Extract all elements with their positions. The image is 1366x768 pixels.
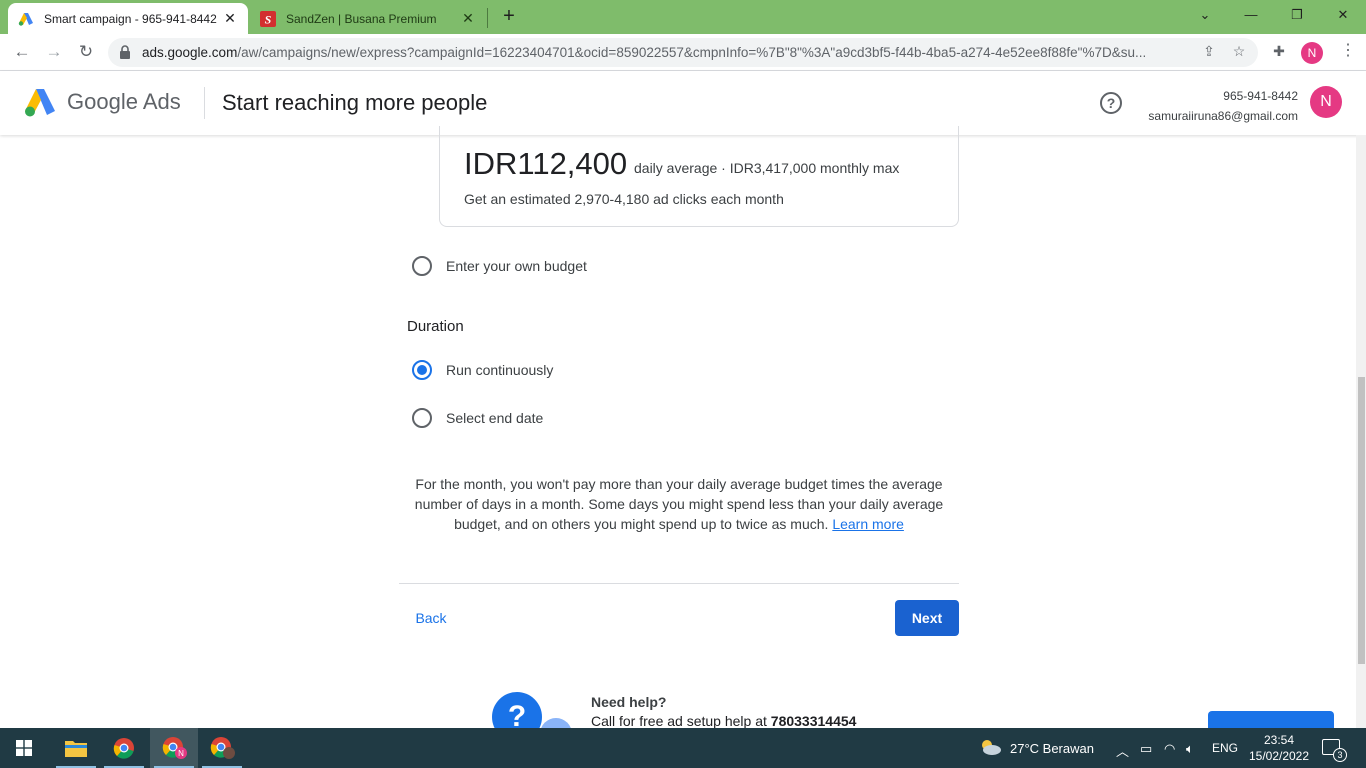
tab-sandzen[interactable]: S SandZen | Busana Premium ✕ [250,3,486,34]
windows-start-icon[interactable] [16,740,32,756]
clock-date: 15/02/2022 [1248,749,1310,763]
bookmark-star-icon[interactable]: ☆ [1230,43,1248,61]
url-host: ads.google.com [142,45,238,60]
chrome-icon [113,738,134,759]
new-tab-button[interactable]: + [498,5,520,27]
budget-option-card[interactable]: IDR112,400 daily average · IDR3,417,000 … [439,126,959,227]
tab-separator [487,8,488,28]
clicks-estimate: Get an estimated 2,970-4,180 ad clicks e… [464,191,784,207]
language-indicator[interactable]: ENG [1212,741,1238,755]
google-ads-logo-icon [25,89,55,117]
wifi-icon[interactable]: ◠ [1164,741,1175,757]
back-button[interactable]: Back [399,600,463,636]
run-continuously-option[interactable]: Run continuously [412,360,553,380]
tab-smart-campaign[interactable]: Smart campaign - 965-941-8442 ✕ [8,3,248,34]
close-window-icon[interactable]: ✕ [1320,0,1366,30]
help-phone-number: 78033314454 [770,713,857,729]
forward-arrow-icon[interactable]: → [42,40,66,64]
minimize-icon[interactable]: — [1228,0,1274,30]
own-budget-label: Enter your own budget [446,258,587,274]
google-ads-favicon-icon [18,12,33,26]
tab-search-icon[interactable]: ⌄ [1182,0,1228,30]
end-date-option[interactable]: Select end date [412,408,543,428]
url-text[interactable]: ads.google.com/aw/campaigns/new/express?… [142,45,1182,60]
lock-icon [120,45,130,59]
budget-amount: IDR112,400 [464,146,628,181]
chrome-profile-2-taskbar-item[interactable] [198,728,246,768]
svg-text:N: N [178,749,184,758]
profile-avatar[interactable]: N [1301,42,1323,64]
show-hidden-icons-icon[interactable]: ︿ [1116,741,1129,760]
footer-divider [399,583,959,584]
duration-title: Duration [407,318,464,335]
header-divider [204,87,205,119]
address-bar[interactable]: ads.google.com/aw/campaigns/new/express?… [108,38,1258,67]
run-continuously-label: Run continuously [446,362,554,378]
restore-icon[interactable]: ❐ [1274,0,1320,30]
folder-icon [65,741,87,757]
end-date-label: Select end date [446,410,544,426]
chrome-profile-icon [210,737,235,759]
browser-tabstrip: Smart campaign - 965-941-8442 ✕ S SandZe… [0,0,1366,34]
close-tab-icon[interactable]: ✕ [222,10,238,27]
weather-text[interactable]: 27°C Berawan [1010,741,1094,756]
volume-icon[interactable]: 🔈︎ [1186,741,1194,757]
help-icon[interactable]: ? [1100,92,1122,114]
weather-cloud-icon[interactable] [978,737,1002,757]
page-title: Start reaching more people [222,90,488,115]
share-icon[interactable]: ⇪ [1200,43,1218,61]
notification-count: 3 [1333,748,1347,762]
call-help-label: Call for free ad setup help at [591,713,767,729]
url-path: /aw/campaigns/new/express?campaignId=162… [237,45,1147,60]
menu-icon[interactable]: ⋮ [1340,40,1356,60]
system-clock[interactable]: 23:54 15/02/2022 [1246,732,1312,764]
tab-title: Smart campaign - 965-941-8442 [44,11,217,26]
battery-icon[interactable]: ▭ [1140,741,1152,757]
budget-info-text: For the month, you won't pay more than y… [400,474,958,534]
account-id: 965-941-8442 [1223,89,1298,103]
account-avatar[interactable]: N [1310,86,1342,118]
chrome-taskbar-item[interactable] [100,728,148,768]
brand-name: Google Ads [67,89,181,114]
windows-taskbar: N 27°C Berawan ︿ ▭ ◠ 🔈︎ ENG 23:54 15/02/… [0,728,1366,768]
close-tab-icon[interactable]: ✕ [460,10,476,27]
next-button[interactable]: Next [895,600,959,636]
scrollbar-thumb[interactable] [1358,377,1365,664]
chrome-profile-icon: N [162,737,187,759]
own-budget-radio[interactable] [412,256,432,276]
file-explorer-taskbar-item[interactable] [52,728,100,768]
run-continuously-radio[interactable] [412,360,432,380]
extensions-icon[interactable]: ✚ [1270,43,1288,61]
end-date-radio[interactable] [412,408,432,428]
chrome-profile-n-taskbar-item[interactable]: N [150,728,198,768]
budget-daily-line: daily average · IDR3,417,000 monthly max [634,160,900,176]
clock-time: 23:54 [1263,733,1295,747]
tab-title: SandZen | Busana Premium [286,11,437,26]
call-help-text: Call for free ad setup help at 780333144… [591,713,856,729]
reload-icon[interactable]: ↻ [74,40,98,64]
sandzen-favicon-icon: S [260,10,276,27]
back-arrow-icon[interactable]: ← [10,40,34,64]
browser-toolbar: ← → ↻ ads.google.com/aw/campaigns/new/ex… [0,34,1366,71]
learn-more-link[interactable]: Learn more [832,516,904,532]
need-help-title: Need help? [591,694,667,710]
own-budget-option[interactable]: Enter your own budget [412,256,587,276]
account-email: samuraiiruna86@gmail.com [1148,109,1298,123]
svg-text:S: S [265,12,272,26]
